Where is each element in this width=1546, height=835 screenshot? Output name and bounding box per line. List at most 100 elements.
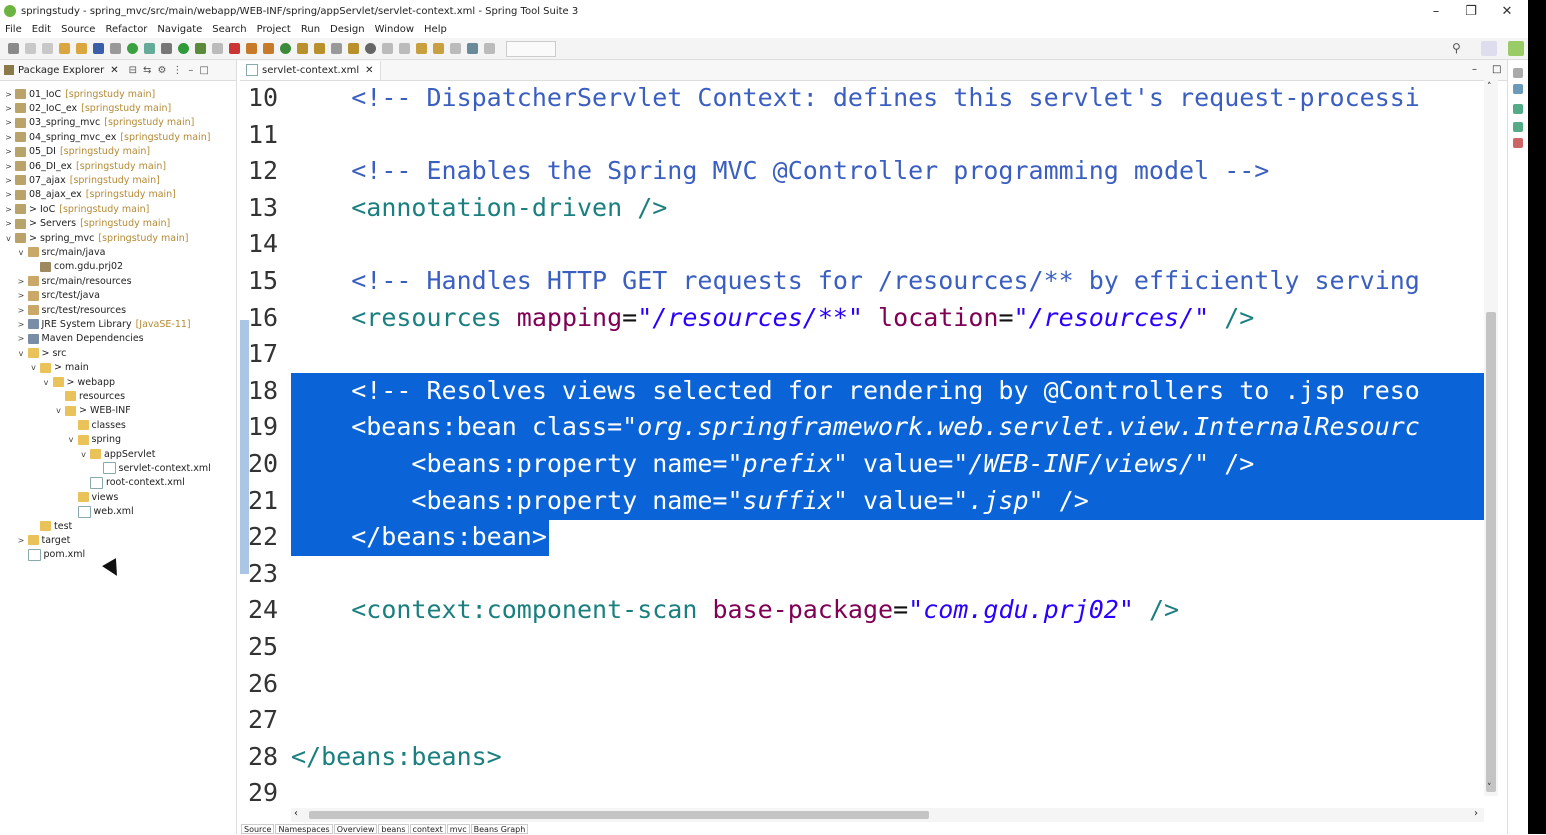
menu-file[interactable]: File	[5, 24, 22, 35]
maximize-editor-icon[interactable]: □	[1492, 64, 1501, 75]
back-icon[interactable]	[433, 43, 444, 54]
expand-toggle-icon[interactable]: >	[4, 205, 13, 214]
tab-mvc[interactable]: mvc	[446, 824, 470, 834]
menu-run[interactable]: Run	[301, 24, 320, 35]
expand-toggle-icon[interactable]: v	[17, 248, 26, 257]
menu-source[interactable]: Source	[61, 24, 95, 35]
expand-toggle-icon[interactable]: v	[4, 234, 13, 243]
expand-toggle-icon[interactable]: >	[4, 133, 13, 142]
tree-item[interactable]: test	[29, 519, 72, 533]
expand-toggle-icon[interactable]: >	[4, 118, 13, 127]
skip-breakpoints-icon[interactable]	[110, 43, 121, 54]
tree-item[interactable]: v > src	[17, 346, 67, 360]
expand-toggle-icon[interactable]: >	[4, 162, 13, 171]
menu-refactor[interactable]: Refactor	[105, 24, 147, 35]
horizontal-scrollbar[interactable]: ‹ ›	[291, 808, 1484, 822]
tree-item[interactable]: root-context.xml	[79, 476, 185, 490]
expand-toggle-icon[interactable]: v	[54, 406, 63, 415]
last-edit-icon[interactable]	[416, 43, 427, 54]
start-server-icon[interactable]	[127, 43, 138, 54]
next-annotation-icon[interactable]	[399, 43, 410, 54]
view-menu-icon[interactable]: ⋮	[172, 65, 182, 76]
scroll-down-icon[interactable]: ˅	[1487, 783, 1492, 793]
tree-item[interactable]: > target	[17, 533, 71, 547]
horizontal-scroll-thumb[interactable]	[309, 811, 929, 819]
menu-design[interactable]: Design	[330, 24, 365, 35]
annotation-icon[interactable]	[382, 43, 393, 54]
pen-icon[interactable]	[484, 43, 495, 54]
tree-item[interactable]: > > IoC [springstudy main]	[4, 202, 149, 216]
run-icon[interactable]	[178, 43, 189, 54]
menu-project[interactable]: Project	[257, 24, 291, 35]
pin-editor-icon[interactable]	[467, 43, 478, 54]
open-type-icon[interactable]	[297, 43, 308, 54]
terminal-icon[interactable]	[93, 43, 104, 54]
tree-item[interactable]: > > Servers [springstudy main]	[4, 217, 170, 231]
scroll-right-icon[interactable]: ›	[1474, 808, 1478, 819]
stop-icon[interactable]	[212, 43, 223, 54]
tree-item[interactable]: >08_ajax_ex [springstudy main]	[4, 188, 176, 202]
tree-item[interactable]: > src/test/java	[17, 289, 100, 303]
package-explorer-tab[interactable]: Package Explorer ✕	[0, 65, 123, 76]
close-tab-icon[interactable]: ✕	[365, 65, 373, 76]
zoom-combo[interactable]	[506, 40, 556, 57]
tree-item[interactable]: v > WEB-INF	[54, 404, 131, 418]
refresh-icon[interactable]	[144, 43, 155, 54]
tree-item[interactable]: v > main	[29, 361, 89, 375]
tree-item[interactable]: resources	[54, 389, 125, 403]
tree-item[interactable]: v > webapp	[42, 375, 115, 389]
scroll-left-icon[interactable]: ‹	[294, 808, 298, 819]
save-icon[interactable]	[25, 43, 36, 54]
new-class-icon[interactable]	[280, 43, 291, 54]
tree-item[interactable]: v src/main/java	[17, 245, 106, 259]
expand-toggle-icon[interactable]: >	[17, 320, 26, 329]
tree-item[interactable]: v > spring_mvc [springstudy main]	[4, 231, 188, 245]
tree-item[interactable]: >03_spring_mvc [springstudy main]	[4, 116, 194, 130]
open-perspective-icon[interactable]	[1481, 41, 1497, 56]
globe-icon[interactable]	[365, 43, 376, 54]
expand-toggle-icon[interactable]: >	[17, 306, 26, 315]
search-icon[interactable]	[331, 43, 342, 54]
scroll-up-icon[interactable]: ˄	[1487, 82, 1492, 92]
expand-toggle-icon[interactable]: >	[4, 104, 13, 113]
tab-beans[interactable]: beans	[378, 824, 409, 834]
tree-item[interactable]: v spring	[67, 433, 121, 447]
servers-icon[interactable]	[1513, 122, 1523, 132]
copy-icon[interactable]	[76, 43, 87, 54]
menu-help[interactable]: Help	[424, 24, 447, 35]
tree-item[interactable]: servlet-context.xml	[92, 461, 211, 475]
menu-navigate[interactable]: Navigate	[157, 24, 202, 35]
tree-item[interactable]: >04_spring_mvc_ex [springstudy main]	[4, 130, 210, 144]
tab-namespaces[interactable]: Namespaces	[275, 824, 333, 834]
tab-overview[interactable]: Overview	[333, 824, 378, 834]
tree-item[interactable]: v appServlet	[79, 447, 155, 461]
close-icon[interactable]: ✕	[110, 65, 118, 76]
tree-item[interactable]: com.gdu.prj02	[29, 260, 123, 274]
tree-item[interactable]: views	[67, 490, 118, 504]
debug-icon[interactable]	[161, 43, 172, 54]
menu-search[interactable]: Search	[212, 24, 246, 35]
editor-tab-servlet-context[interactable]: servlet-context.xml ✕	[240, 60, 381, 80]
tree-item[interactable]: pom.xml	[17, 548, 85, 562]
tree-item[interactable]: > src/test/resources	[17, 303, 126, 317]
external-tools-icon[interactable]	[229, 43, 240, 54]
expand-toggle-icon[interactable]: >	[4, 176, 13, 185]
tree-item[interactable]: > JRE System Library [JavaSE-11]	[17, 317, 191, 331]
new-icon[interactable]	[8, 43, 19, 54]
boot-dashboard-icon[interactable]	[1513, 104, 1523, 114]
expand-toggle-icon[interactable]: >	[4, 147, 13, 156]
vertical-scroll-thumb[interactable]	[1486, 312, 1496, 792]
tree-item[interactable]: >06_DI_ex [springstudy main]	[4, 159, 166, 173]
expand-toggle-icon[interactable]: >	[17, 277, 26, 286]
quick-access-search-icon[interactable]: ⚲	[1452, 41, 1461, 55]
expand-toggle-icon[interactable]: >	[17, 536, 26, 545]
close-button[interactable]: ✕	[1489, 0, 1525, 22]
open-task-icon[interactable]	[314, 43, 325, 54]
tree-item[interactable]: > Maven Dependencies	[17, 332, 144, 346]
tree-item[interactable]: >01_IoC [springstudy main]	[4, 87, 155, 101]
tab-source[interactable]: Source	[241, 824, 275, 834]
minimize-editor-icon[interactable]: –	[1472, 64, 1477, 75]
save-all-icon[interactable]	[42, 43, 53, 54]
filter-icon[interactable]: ⚙	[157, 65, 166, 76]
expand-toggle-icon[interactable]: >	[17, 334, 26, 343]
